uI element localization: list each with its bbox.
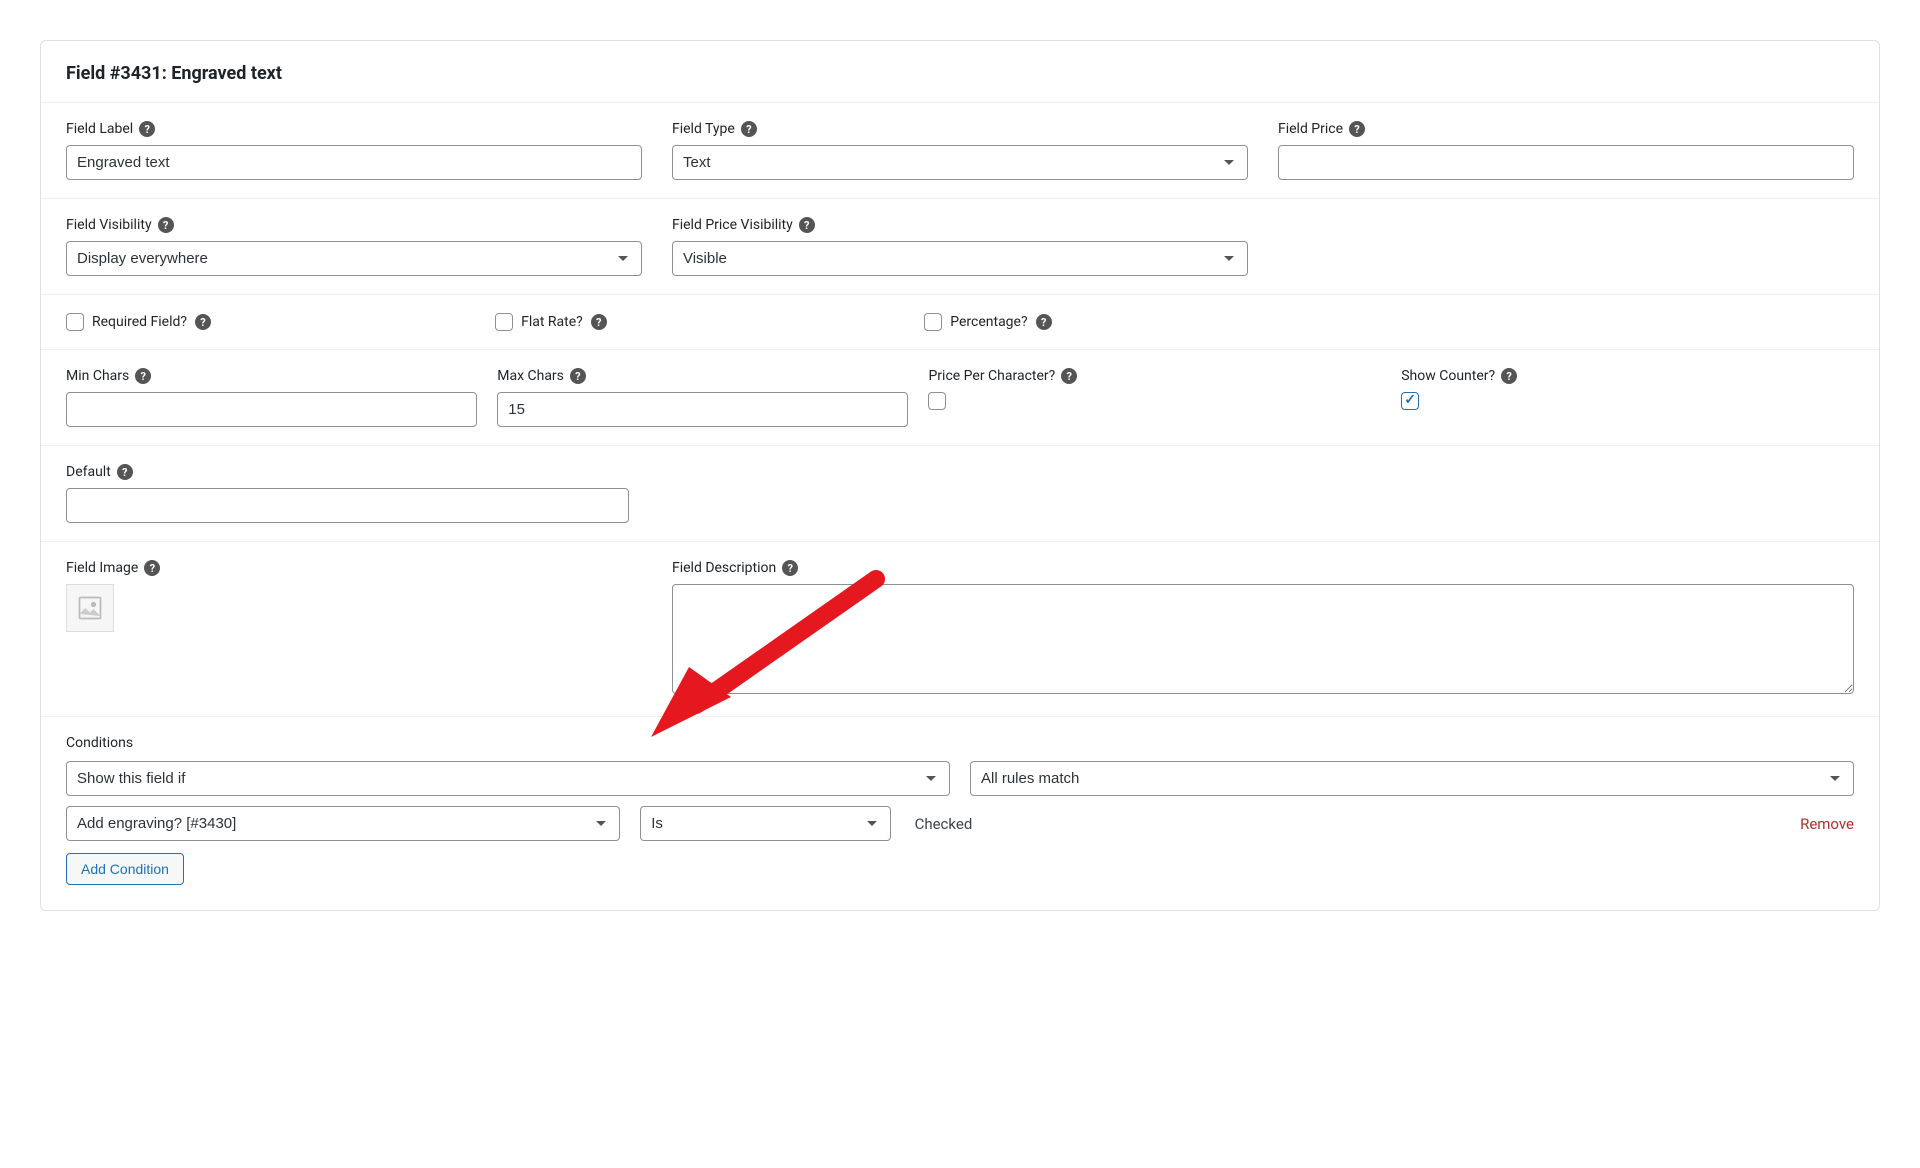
section-image-desc: Field Image ? Field Description ? bbox=[41, 542, 1879, 717]
section-basic: Field Label ? Field Type ? Text Field Pr… bbox=[41, 103, 1879, 199]
show-counter-checkbox[interactable] bbox=[1401, 392, 1419, 410]
field-price-input[interactable] bbox=[1278, 145, 1854, 180]
label-ppc: Price Per Character? bbox=[928, 368, 1055, 384]
help-icon[interactable]: ? bbox=[1501, 368, 1517, 384]
help-icon[interactable]: ? bbox=[1036, 314, 1052, 330]
label-field-label: Field Label bbox=[66, 121, 133, 137]
ppc-checkbox[interactable] bbox=[928, 392, 946, 410]
label-min-chars: Min Chars bbox=[66, 368, 129, 384]
image-placeholder-icon[interactable] bbox=[66, 584, 114, 632]
required-checkbox[interactable] bbox=[66, 313, 84, 331]
label-conditions: Conditions bbox=[66, 735, 1854, 751]
section-conditions: Conditions Show this field if All rules … bbox=[41, 717, 1879, 910]
field-description-textarea[interactable] bbox=[672, 584, 1854, 694]
label-show-counter: Show Counter? bbox=[1401, 368, 1495, 384]
default-input[interactable] bbox=[66, 488, 629, 523]
help-icon[interactable]: ? bbox=[195, 314, 211, 330]
help-icon[interactable]: ? bbox=[782, 560, 798, 576]
section-default: Default ? bbox=[41, 446, 1879, 542]
rule-value-text: Checked bbox=[911, 815, 1781, 833]
field-label-input[interactable] bbox=[66, 145, 642, 180]
help-icon[interactable]: ? bbox=[741, 121, 757, 137]
rule-operator-select[interactable]: Is bbox=[640, 806, 890, 841]
help-icon[interactable]: ? bbox=[139, 121, 155, 137]
label-field-description: Field Description bbox=[672, 560, 776, 576]
label-field-image: Field Image bbox=[66, 560, 138, 576]
help-icon[interactable]: ? bbox=[1061, 368, 1077, 384]
percentage-checkbox[interactable] bbox=[924, 313, 942, 331]
field-type-select[interactable]: Text bbox=[672, 145, 1248, 180]
section-visibility: Field Visibility ? Display everywhere Fi… bbox=[41, 199, 1879, 295]
help-icon[interactable]: ? bbox=[799, 217, 815, 233]
help-icon[interactable]: ? bbox=[117, 464, 133, 480]
label-field-type: Field Type bbox=[672, 121, 735, 137]
price-visibility-select[interactable]: Visible bbox=[672, 241, 1248, 276]
help-icon[interactable]: ? bbox=[158, 217, 174, 233]
label-field-visibility: Field Visibility bbox=[66, 217, 152, 233]
field-panel: Field #3431: Engraved text Field Label ?… bbox=[40, 40, 1880, 911]
label-default: Default bbox=[66, 464, 111, 480]
help-icon[interactable]: ? bbox=[1349, 121, 1365, 137]
label-field-price: Field Price bbox=[1278, 121, 1343, 137]
label-percentage: Percentage? bbox=[950, 314, 1027, 330]
field-visibility-select[interactable]: Display everywhere bbox=[66, 241, 642, 276]
condition-match-select[interactable]: All rules match bbox=[970, 761, 1854, 796]
label-price-visibility: Field Price Visibility bbox=[672, 217, 793, 233]
panel-header: Field #3431: Engraved text bbox=[41, 41, 1879, 103]
help-icon[interactable]: ? bbox=[570, 368, 586, 384]
help-icon[interactable]: ? bbox=[135, 368, 151, 384]
label-max-chars: Max Chars bbox=[497, 368, 564, 384]
label-flat-rate: Flat Rate? bbox=[521, 314, 583, 330]
flat-rate-checkbox[interactable] bbox=[495, 313, 513, 331]
condition-action-select[interactable]: Show this field if bbox=[66, 761, 950, 796]
help-icon[interactable]: ? bbox=[591, 314, 607, 330]
section-flags: Required Field? ? Flat Rate? ? Percentag… bbox=[41, 295, 1879, 350]
add-condition-button[interactable]: Add Condition bbox=[66, 853, 184, 885]
rule-field-select[interactable]: Add engraving? [#3430] bbox=[66, 806, 620, 841]
min-chars-input[interactable] bbox=[66, 392, 477, 427]
label-required: Required Field? bbox=[92, 314, 187, 330]
max-chars-input[interactable] bbox=[497, 392, 908, 427]
help-icon[interactable]: ? bbox=[144, 560, 160, 576]
panel-title: Field #3431: Engraved text bbox=[66, 63, 1854, 84]
remove-rule-link[interactable]: Remove bbox=[1800, 815, 1854, 833]
section-chars: Min Chars ? Max Chars ? Price Per Charac… bbox=[41, 350, 1879, 446]
